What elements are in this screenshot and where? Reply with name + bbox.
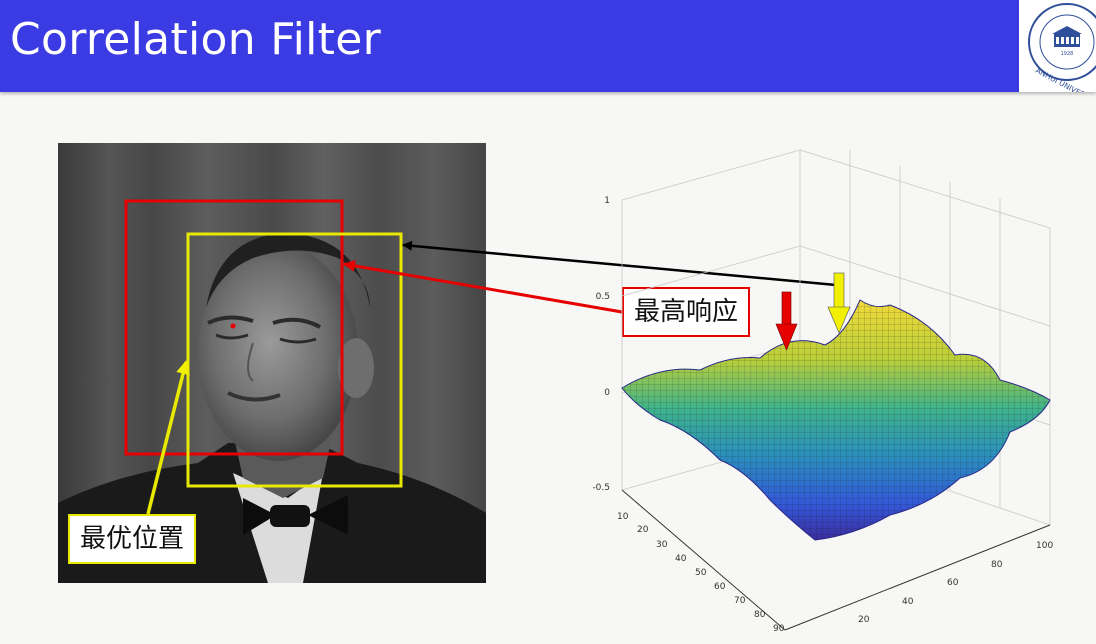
z-tick-label: 1 — [604, 196, 610, 206]
y-tick-label: 50 — [695, 568, 707, 578]
x-tick-label: 20 — [858, 615, 870, 625]
z-axis-ticks: 1 0.5 0 -0.5 — [592, 196, 610, 493]
y-tick-label: 20 — [637, 525, 649, 535]
y-tick-label: 60 — [714, 582, 726, 592]
x-tick-label: 40 — [902, 597, 914, 607]
x-axis-ticks: 20 40 60 80 100 — [858, 541, 1053, 625]
y-tick-label: 70 — [734, 596, 746, 606]
x-tick-label: 60 — [947, 578, 959, 588]
z-tick-label: -0.5 — [592, 483, 610, 493]
y-axis-ticks: 10 20 30 40 50 60 70 80 90 — [617, 512, 785, 634]
y-tick-label: 90 — [773, 624, 785, 634]
y-tick-label: 80 — [754, 610, 766, 620]
x-tick-label: 100 — [1036, 541, 1053, 551]
response-surface-plot: 1 0.5 0 -0.5 10 20 30 40 50 60 70 80 90 … — [592, 149, 1053, 634]
z-tick-label: 0 — [604, 388, 610, 398]
y-tick-label: 40 — [675, 554, 687, 564]
y-tick-label: 30 — [656, 540, 668, 550]
x-tick-label: 80 — [991, 560, 1003, 570]
y-tick-label: 10 — [617, 512, 629, 522]
z-tick-label: 0.5 — [596, 292, 610, 302]
